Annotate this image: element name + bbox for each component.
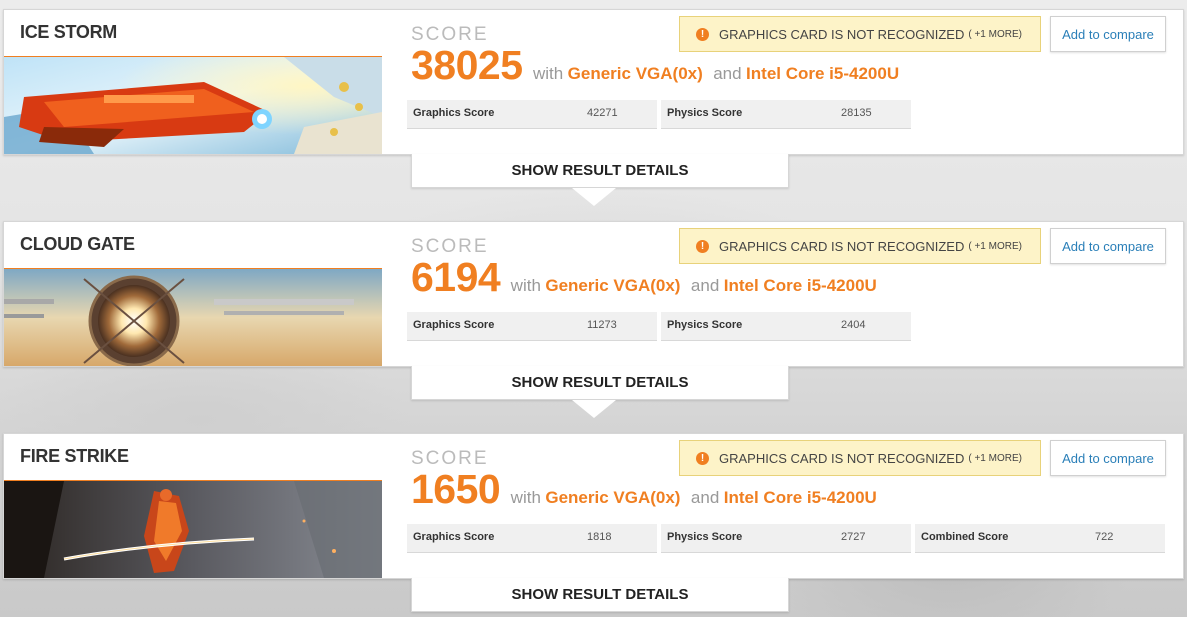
warning-text: GRAPHICS CARD IS NOT RECOGNIZED [719,238,965,254]
chevron-down-icon [572,400,616,418]
result-card-cloud-gate: CLOUD GATE SCORE 6194 with Generic VGA(0… [3,221,1184,367]
warning-more[interactable]: ( +1 MORE) [968,241,1022,252]
gpu-name: Generic VGA(0x) [567,64,703,83]
cpu-name: Intel Core i5-4200U [746,64,900,83]
chevron-down-icon [572,188,616,206]
sub-score-graphics: Graphics Score 42271 [407,100,657,129]
cpu-name: Intel Core i5-4200U [723,276,877,295]
warning-more[interactable]: ( +1 MORE) [968,453,1022,464]
test-panel: ICE STORM [4,10,382,154]
ice-storm-thumbnail [4,57,382,154]
show-result-details-button[interactable]: SHOW RESULT DETAILS [411,366,789,400]
sub-score-physics: Physics Score 28135 [661,100,911,129]
warning-icon: ! [696,239,709,253]
sub-score-label: Physics Score [667,531,743,543]
result-card-ice-storm: ICE STORM SCORE 38025 with Generic VGA(0… [3,9,1184,155]
sub-score-value: 42271 [587,107,618,119]
with-text: with [510,488,541,507]
gpu-warning-banner[interactable]: ! GRAPHICS CARD IS NOT RECOGNIZED ( +1 M… [679,16,1041,52]
sub-score-combined: Combined Score 722 [915,524,1165,553]
sub-score-label: Physics Score [667,107,743,119]
test-name: FIRE STRIKE [20,446,129,466]
sub-score-value: 722 [1095,531,1114,543]
cloud-gate-thumbnail [4,269,382,366]
warning-more[interactable]: ( +1 MORE) [968,29,1022,40]
and-text: and [690,276,720,295]
show-result-details-button[interactable]: SHOW RESULT DETAILS [411,154,789,188]
test-name: CLOUD GATE [20,234,135,254]
sub-score-graphics: Graphics Score 1818 [407,524,657,553]
overall-score: 1650 [411,466,501,512]
fire-strike-thumbnail [4,481,382,578]
sub-score-value: 11273 [587,319,617,331]
warning-text: GRAPHICS CARD IS NOT RECOGNIZED [719,26,965,42]
result-card-fire-strike: FIRE STRIKE SCORE 1650 with Generic VGA(… [3,433,1184,579]
warning-text: GRAPHICS CARD IS NOT RECOGNIZED [719,450,965,466]
sub-score-value: 2404 [841,319,866,331]
and-text: and [713,64,742,83]
sub-scores: Graphics Score 1818 Physics Score 2727 C… [407,524,1169,553]
add-to-compare-button[interactable]: Add to compare [1050,440,1166,476]
sub-score-label: Combined Score [921,531,1009,543]
warning-icon: ! [696,451,709,465]
sub-score-graphics: Graphics Score 11273 [407,312,657,341]
add-to-compare-button[interactable]: Add to compare [1050,16,1166,52]
gpu-warning-banner[interactable]: ! GRAPHICS CARD IS NOT RECOGNIZED ( +1 M… [679,440,1041,476]
sub-score-label: Graphics Score [413,319,495,331]
with-text: with [532,64,564,83]
overall-score: 6194 [411,254,501,300]
overall-score: 38025 [411,42,523,88]
cpu-name: Intel Core i5-4200U [723,488,877,507]
gpu-warning-banner[interactable]: ! GRAPHICS CARD IS NOT RECOGNIZED ( +1 M… [679,228,1041,264]
gpu-name: Generic VGA(0x) [545,276,681,295]
sub-score-value: 2727 [841,531,866,543]
test-panel: CLOUD GATE [4,222,382,366]
show-result-details-button[interactable]: SHOW RESULT DETAILS [411,578,789,612]
sub-score-physics: Physics Score 2727 [661,524,911,553]
sub-score-label: Graphics Score [413,107,495,119]
test-name: ICE STORM [20,22,117,42]
test-panel: FIRE STRIKE [4,434,382,578]
sub-score-label: Graphics Score [413,531,495,543]
sub-scores: Graphics Score 11273 Physics Score 2404 [407,312,915,341]
sub-score-physics: Physics Score 2404 [661,312,911,341]
gpu-name: Generic VGA(0x) [545,488,681,507]
with-text: with [510,276,541,295]
and-text: and [690,488,720,507]
sub-score-label: Physics Score [667,319,743,331]
sub-score-value: 1818 [587,531,612,543]
add-to-compare-button[interactable]: Add to compare [1050,228,1166,264]
sub-score-value: 28135 [841,107,872,119]
warning-icon: ! [696,27,709,41]
sub-scores: Graphics Score 42271 Physics Score 28135 [407,100,915,129]
